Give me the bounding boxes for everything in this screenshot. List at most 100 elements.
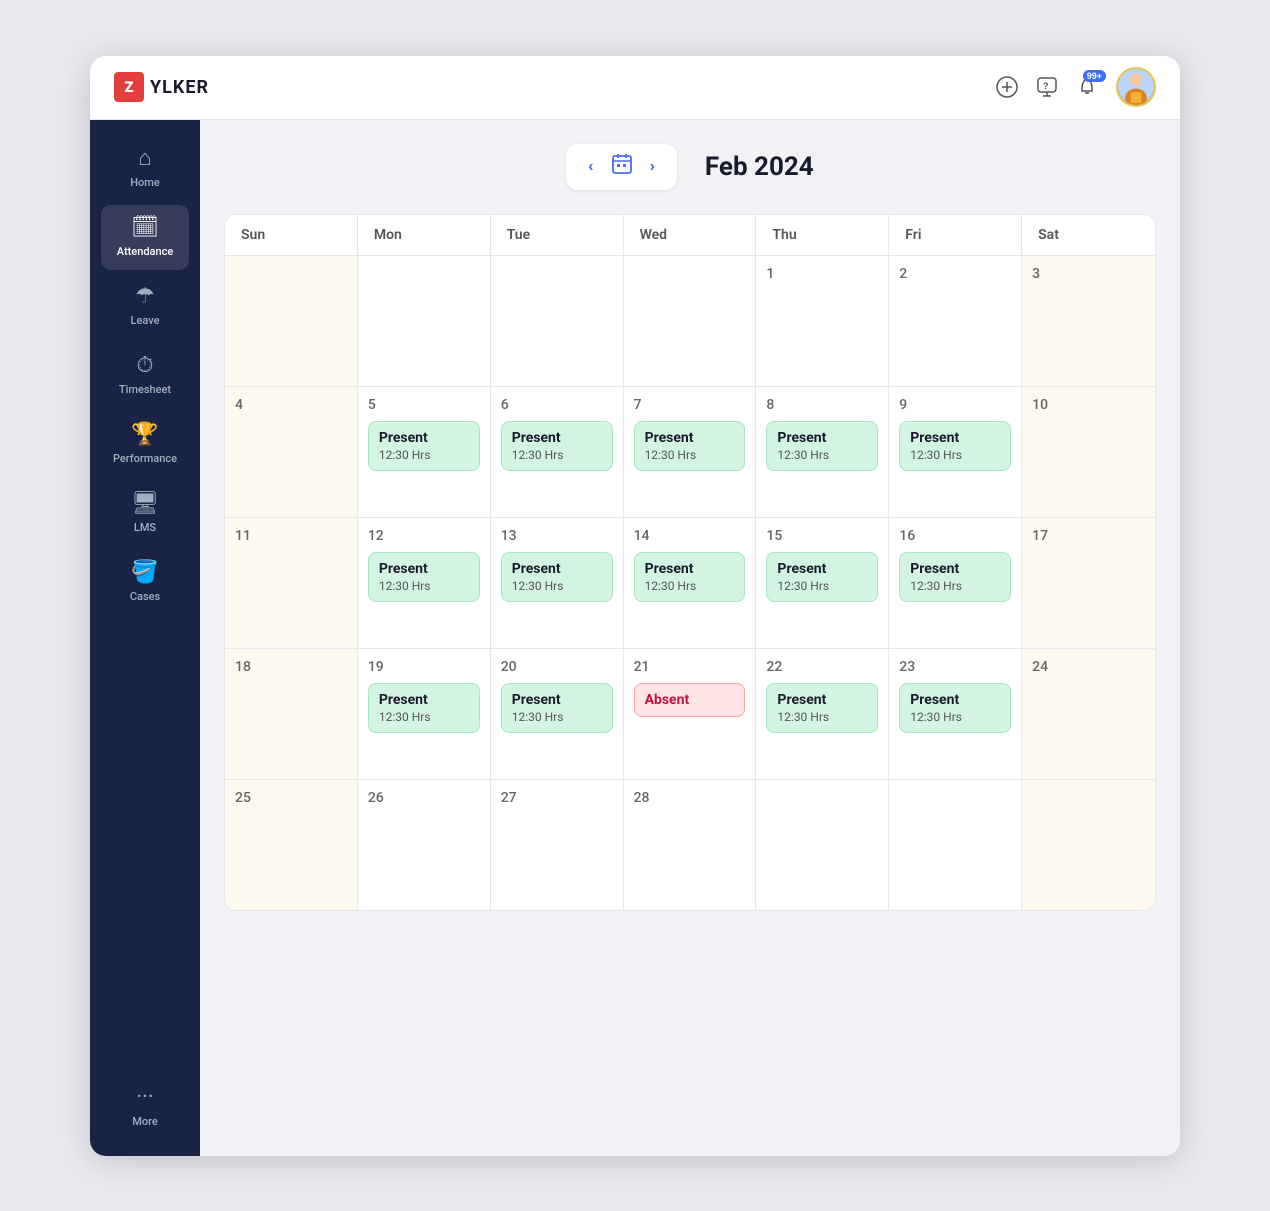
sidebar-label-home: Home [130, 176, 160, 189]
cal-row: 1112Present12:30 Hrs13Present12:30 Hrs14… [225, 518, 1155, 649]
event-card-present[interactable]: Present 12:30 Hrs [501, 552, 613, 602]
event-time: 12:30 Hrs [512, 710, 602, 724]
sidebar-item-leave[interactable]: ☂ Leave [101, 274, 189, 339]
cell-date: 10 [1032, 397, 1145, 413]
lms-icon: 🖥 [131, 493, 159, 515]
attendance-icon: 🗓 [131, 217, 159, 239]
event-title: Absent [645, 692, 735, 708]
logo-text: YLKER [150, 77, 209, 98]
cal-cell: 27 [491, 780, 624, 910]
cal-cell [624, 256, 757, 386]
add-button[interactable] [996, 76, 1018, 98]
sidebar-item-home[interactable]: ⌂ Home [101, 136, 189, 201]
cal-cell: 25 [225, 780, 358, 910]
calendar-grid: SunMonTueWedThuFriSat12345Present12:30 H… [224, 214, 1156, 911]
svg-text:?: ? [1043, 81, 1049, 91]
event-time: 12:30 Hrs [910, 710, 1000, 724]
sidebar-item-lms[interactable]: 🖥 LMS [101, 481, 189, 546]
event-card-present[interactable]: Present12:30 Hrs [766, 421, 878, 471]
sidebar: ⌂ Home 🗓 Attendance ☂ Leave ⏱ Timesheet … [90, 120, 200, 1156]
event-card-present[interactable]: Present12:30 Hrs [899, 552, 1011, 602]
cal-row: 123 [225, 256, 1155, 387]
event-card-present[interactable]: Present12:30 Hrs [368, 421, 480, 471]
cell-date: 27 [501, 790, 613, 806]
event-card-present[interactable]: Present12:30 Hrs [766, 683, 878, 733]
event-time: 12:30 Hrs [777, 448, 867, 462]
cal-cell: 23Present12:30 Hrs [889, 649, 1022, 779]
event-title: Present [379, 561, 469, 577]
event-card-present[interactable]: Present12:30 Hrs [368, 552, 480, 602]
notifications-button[interactable]: 99+ [1076, 76, 1098, 98]
event-card-present[interactable]: Present12:30 Hrs [899, 421, 1011, 471]
cal-cell [491, 256, 624, 386]
event-time: 12:30 Hrs [910, 579, 1000, 593]
event-title: Present [379, 430, 469, 446]
event-card-present[interactable]: Present12:30 Hrs [501, 683, 613, 733]
sidebar-item-timesheet[interactable]: ⏱ Timesheet [101, 343, 189, 408]
sidebar-label-more: More [132, 1115, 158, 1128]
day-header-mon: Mon [358, 215, 491, 255]
cell-date: 14 [634, 528, 746, 544]
sidebar-item-attendance[interactable]: 🗓 Attendance [101, 205, 189, 270]
cal-cell: 5Present12:30 Hrs [358, 387, 491, 517]
cal-cell: 8Present12:30 Hrs [756, 387, 889, 517]
cell-date: 16 [899, 528, 1011, 544]
leave-icon: ☂ [135, 286, 155, 308]
cal-cell: 15 Present12:30 Hrs [756, 518, 889, 648]
sidebar-item-more[interactable]: ··· More [101, 1075, 189, 1140]
event-time: 12:30 Hrs [379, 710, 469, 724]
cell-date: 4 [235, 397, 347, 413]
prev-month-button[interactable]: ‹ [582, 156, 599, 178]
event-time: 12:30 Hrs [645, 448, 735, 462]
event-card-present[interactable]: Present12:30 Hrs [368, 683, 480, 733]
timesheet-icon: ⏱ [136, 355, 153, 377]
cal-cell: 10 [1022, 387, 1155, 517]
cal-cell: 3 [1022, 256, 1155, 386]
month-nav: ‹ › [566, 144, 677, 190]
cal-cell: 14 Present12:30 Hrs [624, 518, 757, 648]
avatar[interactable] [1116, 67, 1156, 107]
event-time: 12:30 Hrs [777, 579, 867, 593]
sidebar-label-leave: Leave [131, 314, 160, 327]
day-header-tue: Tue [491, 215, 624, 255]
topbar: Z YLKER ? [90, 56, 1180, 120]
event-card-present[interactable]: Present12:30 Hrs [634, 421, 746, 471]
notif-badge: 99+ [1083, 70, 1106, 82]
cell-date: 15 [766, 528, 878, 544]
cal-cell: 18 [225, 649, 358, 779]
cal-cell [358, 256, 491, 386]
event-card-present[interactable]: Present12:30 Hrs [501, 421, 613, 471]
cal-cell: 21Absent [624, 649, 757, 779]
cal-cell: 2 [889, 256, 1022, 386]
cell-date: 22 [766, 659, 878, 675]
cal-cell: 12Present12:30 Hrs [358, 518, 491, 648]
event-card-present[interactable]: Present12:30 Hrs [634, 552, 746, 602]
event-title: Present [512, 561, 602, 577]
cal-cell: 20 Present12:30 Hrs [491, 649, 624, 779]
help-button[interactable]: ? [1036, 76, 1058, 98]
sidebar-item-performance[interactable]: 🏆 Performance [101, 412, 189, 477]
cal-cell: 26 [358, 780, 491, 910]
performance-icon: 🏆 [131, 424, 158, 446]
month-year-title: Feb 2024 [705, 152, 814, 182]
event-card-absent[interactable]: Absent [634, 683, 746, 717]
sidebar-label-lms: LMS [134, 521, 156, 534]
event-card-present[interactable]: Present12:30 Hrs [766, 552, 878, 602]
help-icon: ? [1036, 76, 1058, 98]
event-time: 12:30 Hrs [512, 579, 602, 593]
topbar-actions: ? 99+ [996, 67, 1156, 107]
day-header-fri: Fri [889, 215, 1022, 255]
event-time: 12:30 Hrs [645, 579, 735, 593]
day-header-sat: Sat [1022, 215, 1155, 255]
cell-date: 20 [501, 659, 613, 675]
event-card-present[interactable]: Present12:30 Hrs [899, 683, 1011, 733]
next-month-button[interactable]: › [644, 156, 661, 178]
cell-date: 13 [501, 528, 613, 544]
event-time: 12:30 Hrs [910, 448, 1000, 462]
day-header-wed: Wed [624, 215, 757, 255]
cal-cell: 11 [225, 518, 358, 648]
sidebar-label-timesheet: Timesheet [119, 383, 171, 396]
cell-date: 19 [368, 659, 480, 675]
cal-cell: 22 Present12:30 Hrs [756, 649, 889, 779]
sidebar-item-cases[interactable]: 🪣 Cases [101, 550, 189, 615]
